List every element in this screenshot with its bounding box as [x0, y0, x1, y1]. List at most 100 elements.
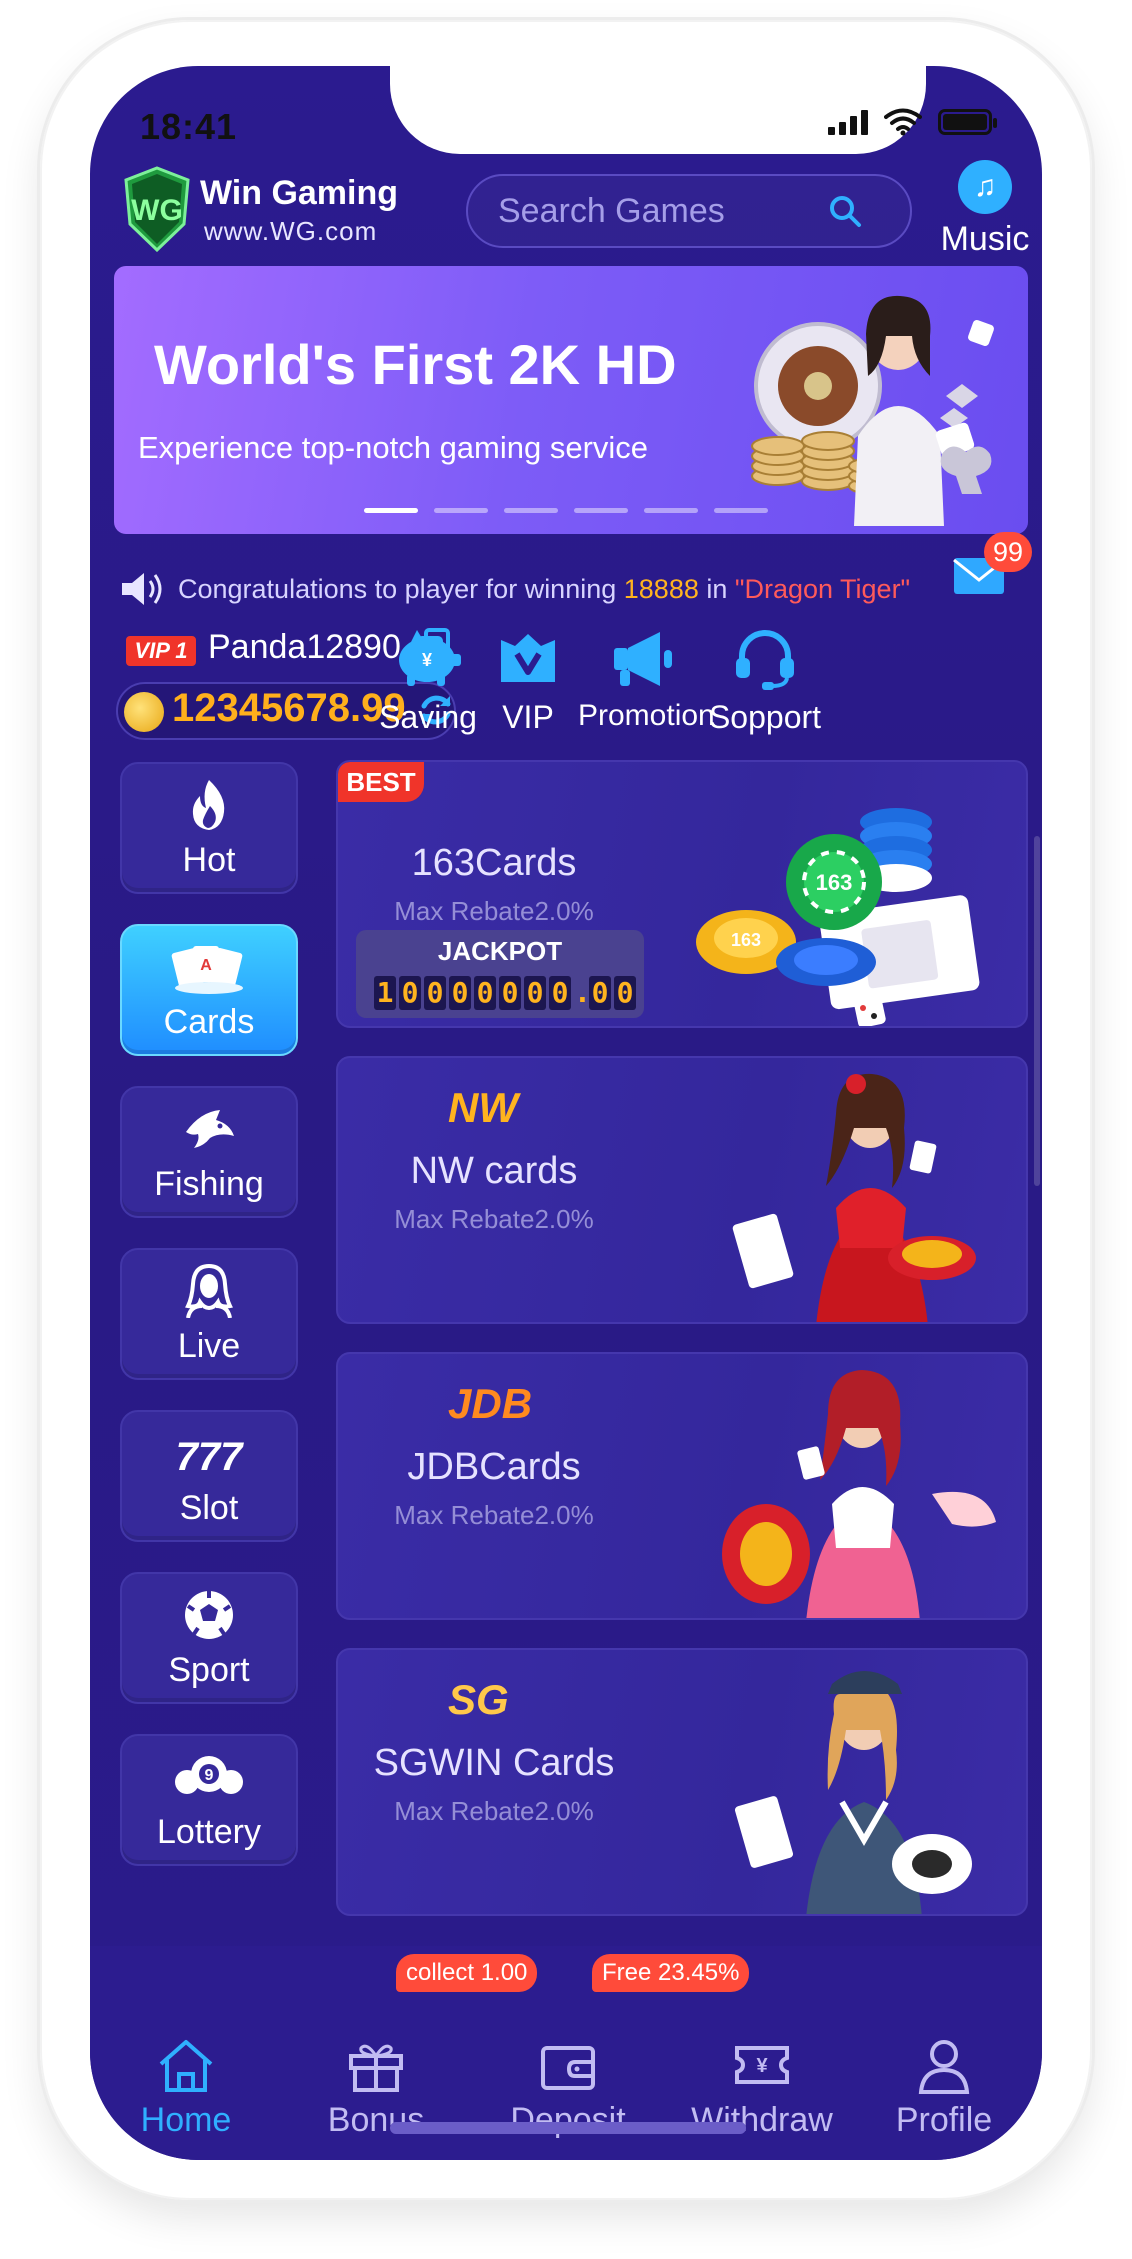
svg-text:777: 777 [176, 1435, 244, 1479]
promo-banner[interactable]: World's First 2K HD Experience top-notch… [114, 266, 1028, 534]
dealer-pink-dress-illustration [722, 1370, 996, 1618]
quick-action-label: Promotion [578, 699, 715, 732]
mail-badge: 99 [984, 532, 1032, 572]
speaker-icon [122, 573, 162, 605]
deposit-free-badge: Free 23.45% [592, 1954, 750, 1992]
signal-icon [828, 109, 868, 135]
game-name: 163Cards [411, 842, 577, 884]
brand-url: www.WG.com [204, 216, 378, 246]
headset-icon [736, 630, 794, 690]
game-name: SGWIN Cards [373, 1742, 615, 1784]
svg-text:163: 163 [816, 870, 853, 895]
jackpot-digit: 0 [524, 976, 546, 1010]
game-card-jdbcards[interactable]: JDB JDBCards Max Rebate2.0% [336, 1352, 1028, 1620]
home-indicator[interactable] [390, 2122, 746, 2134]
jackpot-value: 10000000.00 [374, 976, 636, 1010]
svg-text:WG: WG [131, 194, 183, 227]
category-label: Lottery [157, 1813, 261, 1851]
dealer-icon [185, 1263, 233, 1319]
soccer-ball-icon [185, 1591, 233, 1639]
game-card-nw-cards[interactable]: NW NW cards Max Rebate2.0% [336, 1056, 1028, 1324]
jackpot-digit: . [574, 976, 591, 1009]
megaphone-icon [614, 632, 672, 686]
sgwin-logo: SG [448, 1676, 509, 1723]
marquee-amount: 18888 [623, 573, 699, 604]
bonus-collect-badge: collect 1.00 [396, 1954, 538, 1992]
marquee-middle: in [698, 573, 735, 604]
status-icons [828, 108, 997, 136]
category-sport[interactable]: Sport [120, 1572, 298, 1704]
jackpot-digit: 0 [549, 976, 571, 1010]
nav-label: Withdraw [691, 2101, 833, 2139]
coin-icon [124, 692, 164, 732]
category-label: Sport [168, 1651, 250, 1689]
game-rebate: Max Rebate2.0% [394, 1500, 594, 1530]
game-card-sgwin-cards[interactable]: SG SGWIN Cards Max Rebate2.0% [336, 1648, 1028, 1916]
jackpot-digit: 0 [589, 976, 611, 1010]
search-bar[interactable] [466, 174, 912, 248]
category-cards[interactable]: A Cards [120, 924, 298, 1056]
shark-icon [186, 1110, 234, 1148]
jackpot-digit: 0 [399, 976, 421, 1010]
search-input[interactable] [498, 191, 828, 231]
category-label: Slot [179, 1489, 239, 1527]
game-name: NW cards [410, 1150, 578, 1192]
gift-icon [349, 2044, 403, 2092]
vip-icon [501, 634, 555, 682]
banner-dot[interactable] [714, 508, 768, 513]
nav-home[interactable]: Home [106, 2036, 266, 2140]
jdb-logo: JDB [448, 1380, 533, 1427]
category-fishing[interactable]: Fishing [120, 1086, 298, 1218]
quick-action-promotion[interactable]: Promotion [578, 626, 715, 733]
wg-logo-icon[interactable]: WG [122, 166, 192, 252]
piggy-bank-icon: ¥ [399, 630, 461, 686]
cards-icon: A [171, 946, 243, 994]
category-live[interactable]: Live [120, 1248, 298, 1380]
music-label: Music [940, 220, 1030, 258]
nav-profile[interactable]: Profile [864, 2036, 1024, 2140]
svg-text:¥: ¥ [422, 650, 432, 670]
banner-pagination[interactable] [364, 508, 768, 513]
category-slot[interactable]: 777 Slot [120, 1410, 298, 1542]
category-label: Fishing [154, 1165, 264, 1203]
jackpot-digit: 0 [424, 976, 446, 1010]
nav-label: Home [140, 2101, 232, 2139]
ticket-yen-icon: ¥ [735, 2046, 789, 2084]
marquee-game: "Dragon Tiger" [734, 573, 911, 604]
quick-action-vip[interactable]: VIP [463, 626, 593, 736]
content-scrollbar[interactable] [1034, 836, 1040, 1186]
status-time: 18:41 [140, 106, 238, 147]
nw-logo: NW [448, 1084, 518, 1131]
banner-dot[interactable] [434, 508, 488, 513]
game-name: JDBCards [407, 1446, 581, 1488]
quick-action-label: Sopport [708, 699, 822, 735]
nav-label: Deposit [510, 2101, 626, 2139]
marquee-prefix: Congratulations to player for winning [178, 573, 624, 604]
game-rebate: Max Rebate2.0% [394, 1204, 594, 1234]
category-hot[interactable]: Hot [120, 762, 298, 894]
banner-dot[interactable] [504, 508, 558, 513]
dealer-red-dress-illustration [732, 1073, 976, 1322]
jackpot-digit: 0 [499, 976, 521, 1010]
person-icon [918, 2040, 970, 2094]
quick-action-support[interactable]: Sopport [700, 626, 830, 736]
app-screen: 18:41 WG Win Gaming www.WG.com ♫ Music W… [90, 66, 1042, 2160]
banner-dot[interactable] [364, 508, 418, 513]
jackpot-digit: 0 [614, 976, 636, 1010]
jackpot-digit: 0 [474, 976, 496, 1010]
banner-dot[interactable] [574, 508, 628, 513]
game-card-163cards[interactable]: BEST 163Cards Max Rebate2.0% JACKPOT 100… [336, 760, 1028, 1028]
777-icon: 777 [176, 1435, 244, 1479]
banner-dot[interactable] [644, 508, 698, 513]
music-button[interactable]: ♫ Music [930, 160, 1040, 259]
category-lottery[interactable]: 9 Lottery [120, 1734, 298, 1866]
jackpot-panel: JACKPOT 10000000.00 [356, 930, 644, 1018]
nav-label: Profile [895, 2101, 993, 2139]
svg-text:¥: ¥ [756, 2055, 768, 2077]
search-icon[interactable] [828, 194, 862, 228]
quick-action-label: VIP [502, 699, 554, 735]
wifi-icon [884, 108, 922, 136]
music-note-icon[interactable]: ♫ [958, 160, 1012, 214]
jackpot-digit: 0 [449, 976, 471, 1010]
wallet-icon [541, 2046, 595, 2090]
